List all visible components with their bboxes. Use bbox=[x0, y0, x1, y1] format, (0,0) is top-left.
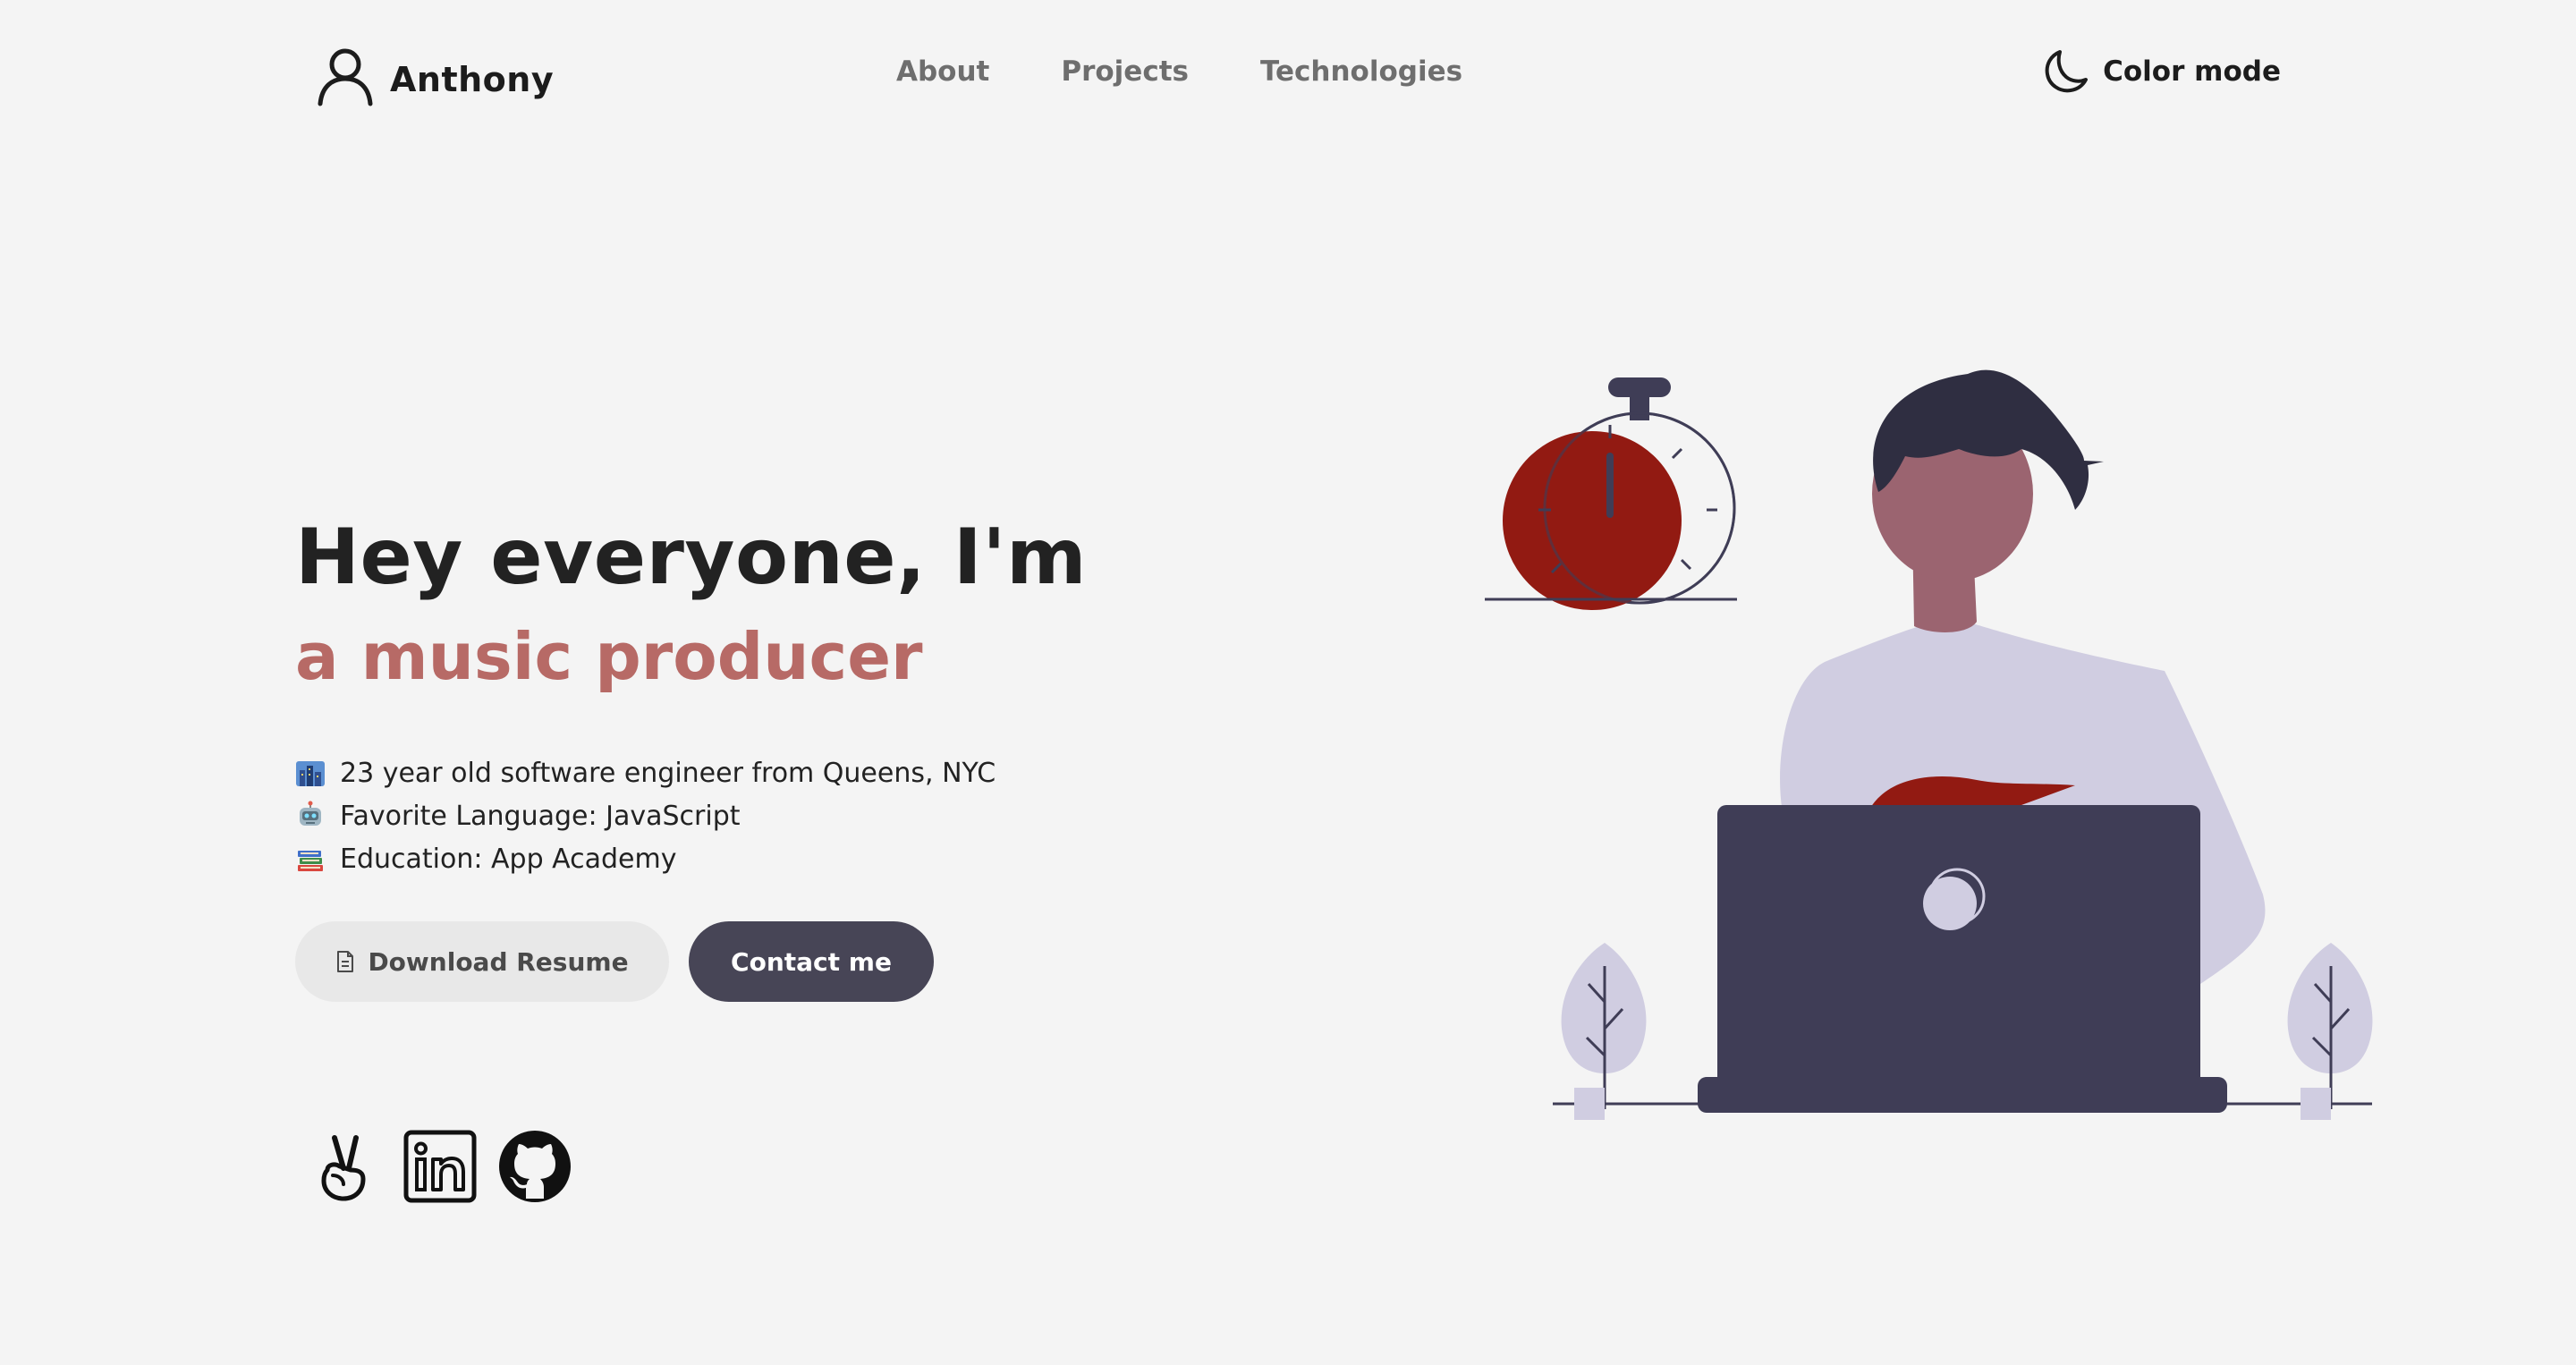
brand-name: Anthony bbox=[390, 60, 555, 99]
books-icon bbox=[298, 851, 323, 871]
social-links bbox=[308, 1129, 572, 1204]
document-icon bbox=[337, 951, 354, 972]
angellist-icon[interactable] bbox=[308, 1129, 383, 1204]
download-resume-button[interactable]: Download Resume bbox=[295, 921, 669, 1002]
fact-text: Favorite Language: JavaScript bbox=[340, 800, 741, 832]
download-resume-label: Download Resume bbox=[368, 946, 629, 977]
nav-link-about[interactable]: About bbox=[896, 55, 989, 88]
laptop-illustration bbox=[1698, 805, 2227, 1113]
main-nav: About Projects Technologies bbox=[896, 55, 1462, 88]
moon-icon bbox=[2045, 50, 2089, 93]
fact-text: 23 year old software engineer from Queen… bbox=[340, 757, 996, 789]
brand-link[interactable]: Anthony bbox=[313, 43, 554, 107]
color-mode-toggle[interactable]: Color mode bbox=[2040, 47, 2281, 97]
hero-title: Hey everyone, I'm bbox=[295, 513, 1088, 602]
user-icon bbox=[318, 48, 373, 106]
fact-text: Education: App Academy bbox=[340, 843, 677, 875]
contact-me-label: Contact me bbox=[731, 946, 892, 977]
nav-link-technologies[interactable]: Technologies bbox=[1260, 55, 1462, 88]
contact-me-button[interactable]: Contact me bbox=[689, 921, 934, 1002]
plant-illustration bbox=[1561, 943, 1647, 1120]
plant-illustration bbox=[2287, 943, 2373, 1120]
hero-subtitle: a music producer bbox=[295, 619, 923, 694]
github-icon[interactable] bbox=[497, 1129, 572, 1204]
facts-list: 23 year old software engineer from Queen… bbox=[295, 751, 996, 880]
stopwatch-illustration bbox=[1485, 377, 1737, 610]
hero-illustration bbox=[1485, 369, 2373, 1120]
city-icon bbox=[296, 761, 325, 786]
fact-item: Education: App Academy bbox=[295, 837, 996, 880]
linkedin-icon[interactable] bbox=[402, 1129, 478, 1204]
fact-item: Favorite Language: JavaScript bbox=[295, 794, 996, 837]
nav-link-projects[interactable]: Projects bbox=[1061, 55, 1189, 88]
robot-icon bbox=[300, 801, 321, 826]
fact-item: 23 year old software engineer from Queen… bbox=[295, 751, 996, 794]
color-mode-label: Color mode bbox=[2103, 55, 2281, 88]
page: Anthony About Projects Technologies Colo… bbox=[0, 0, 2576, 1365]
